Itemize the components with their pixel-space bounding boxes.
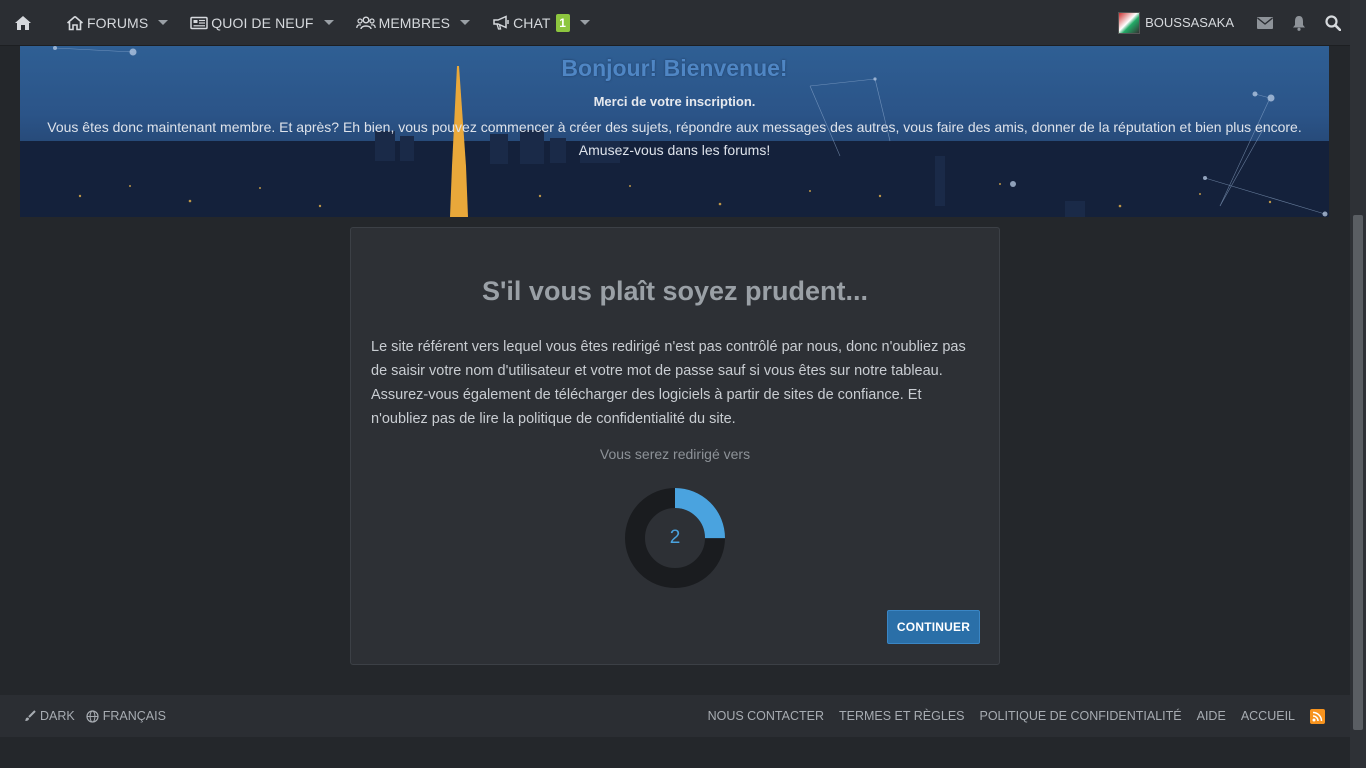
banner-title: Bonjour! Bienvenue! <box>561 55 788 81</box>
user-menu[interactable]: BOUSSASAKA <box>1118 11 1234 34</box>
banner-message-line: Amusez-vous dans les forums! <box>578 142 771 158</box>
globe-icon <box>86 709 99 723</box>
footer-link-home[interactable]: ACCUEIL <box>1241 709 1295 723</box>
megaphone-icon <box>493 15 509 30</box>
scrollbar[interactable] <box>1350 0 1366 768</box>
search-button[interactable] <box>1316 0 1350 46</box>
nav-whats-new[interactable]: QUOI DE NEUF <box>182 0 341 46</box>
nav-whats-new-label: QUOI DE NEUF <box>211 14 314 31</box>
inbox-button[interactable] <box>1248 0 1282 46</box>
avatar <box>1118 11 1141 34</box>
language-chooser[interactable]: FRANÇAIS <box>86 709 166 723</box>
scrollbar-thumb[interactable] <box>1353 215 1363 730</box>
chevron-down-icon[interactable] <box>460 20 471 25</box>
chevron-down-icon[interactable] <box>323 20 334 25</box>
chevron-down-icon[interactable] <box>579 20 590 25</box>
alerts-button[interactable] <box>1282 0 1316 46</box>
users-icon <box>355 16 376 29</box>
paintbrush-icon <box>25 710 36 721</box>
top-navigation: FORUMS QUOI DE NEUF MEMBRES CHAT 1 BOUSS… <box>0 0 1350 46</box>
page-bottom <box>0 737 1350 768</box>
banner-message: Vous êtes donc maintenant membre. Et apr… <box>20 116 1329 162</box>
style-chooser[interactable]: DARK <box>24 709 75 723</box>
footer-link-help[interactable]: AIDE <box>1197 709 1226 723</box>
welcome-banner: Bonjour! Bienvenue! Merci de votre inscr… <box>20 46 1329 217</box>
newspaper-icon <box>190 16 209 29</box>
continue-button[interactable]: CONTINUER <box>887 610 980 644</box>
footer: DARK FRANÇAIS NOUS CONTACTER TERMES ET R… <box>0 695 1350 737</box>
redirect-text: Vous serez redirigé vers <box>599 446 751 462</box>
card-body-text: Le site référent vers lequel vous êtes r… <box>371 339 966 427</box>
bell-icon <box>1293 15 1305 31</box>
rss-icon[interactable] <box>1310 708 1325 724</box>
home-link[interactable] <box>0 0 46 46</box>
nav-forums[interactable]: FORUMS <box>58 0 176 46</box>
nav-chat[interactable]: CHAT 1 <box>484 0 597 46</box>
chevron-down-icon[interactable] <box>158 20 169 25</box>
nav-forums-label: FORUMS <box>87 14 149 31</box>
countdown-value: 2 <box>669 527 681 548</box>
redirect-warning-card: S'il vous plaît soyez prudent... Le site… <box>350 227 1000 665</box>
home-icon <box>15 15 31 30</box>
nav-members[interactable]: MEMBRES <box>348 0 479 46</box>
footer-link-terms[interactable]: TERMES ET RÈGLES <box>839 709 965 723</box>
style-label: DARK <box>40 709 75 723</box>
banner-subtitle: Merci de votre inscription. <box>593 94 756 109</box>
search-icon <box>1325 14 1341 31</box>
house-icon <box>66 15 84 30</box>
envelope-icon <box>1257 16 1273 29</box>
username: BOUSSASAKA <box>1145 15 1234 30</box>
nav-members-label: MEMBRES <box>378 14 451 31</box>
nav-chat-label: CHAT <box>513 14 551 31</box>
language-label: FRANÇAIS <box>102 709 166 723</box>
banner-message-line: Vous êtes donc maintenant membre. Et apr… <box>47 119 1302 135</box>
card-title: S'il vous plaît soyez prudent... <box>482 276 868 306</box>
footer-link-contact[interactable]: NOUS CONTACTER <box>708 709 824 723</box>
footer-link-privacy[interactable]: POLITIQUE DE CONFIDENTIALITÉ <box>980 709 1182 723</box>
chat-badge: 1 <box>555 13 570 32</box>
